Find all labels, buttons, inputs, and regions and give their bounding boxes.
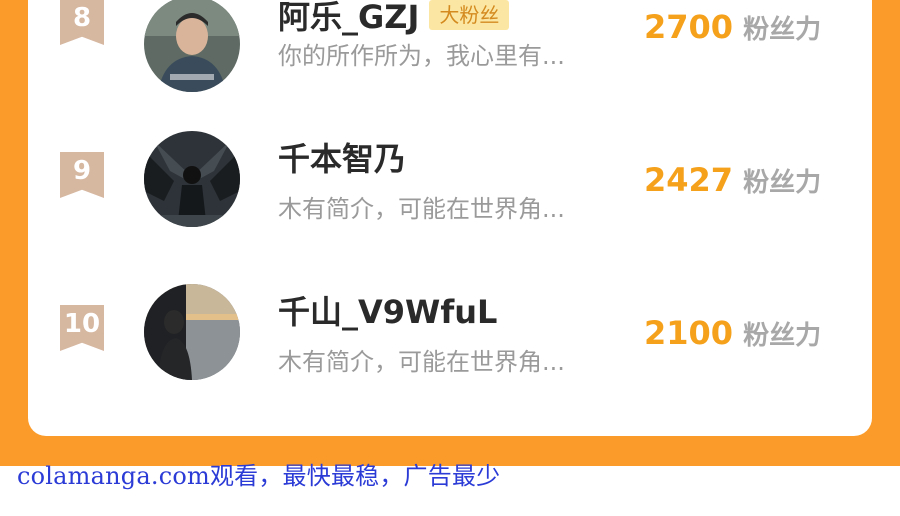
name-line: 千本智乃	[278, 117, 406, 197]
username[interactable]: 阿乐_GZJ	[278, 0, 419, 38]
name-line: 千山_V9WfuL	[278, 270, 497, 350]
username[interactable]: 千山_V9WfuL	[278, 287, 497, 333]
user-bio: 你的所作所为，我心里有...	[278, 42, 565, 70]
rank-number: 8	[72, 3, 92, 33]
fan-power-value: 2100	[644, 314, 734, 352]
avatar-photo	[144, 284, 240, 380]
fan-power: 2100 粉丝力	[644, 314, 821, 352]
rank-badge: 8	[60, 0, 104, 45]
avatar[interactable]	[144, 284, 240, 380]
rank-number: 10	[63, 309, 101, 339]
site-watermark: colamanga.com观看，最快最稳，广告最少	[17, 462, 501, 490]
ranking-row[interactable]: 9 千本智乃 木有简介，可能在世界角... 2427 粉丝力	[28, 123, 872, 273]
rank-badge: 9	[60, 152, 104, 198]
fan-power-unit: 粉丝力	[743, 168, 822, 198]
fan-ranking-card: 8 阿乐_GZJ 大粉丝 你的所作所为，我心里有... 2700 粉丝力 9 千…	[28, 0, 872, 436]
avatar-photo	[144, 131, 240, 227]
username[interactable]: 千本智乃	[278, 134, 406, 180]
fan-power: 2427 粉丝力	[644, 161, 821, 199]
avatar[interactable]	[144, 131, 240, 227]
user-bio: 木有简介，可能在世界角...	[278, 195, 565, 223]
avatar[interactable]	[144, 0, 240, 92]
fan-power-unit: 粉丝力	[743, 321, 822, 351]
fan-power-value: 2700	[644, 8, 734, 46]
rank-badge: 10	[60, 305, 104, 351]
rank-number: 9	[72, 156, 92, 186]
user-bio: 木有简介，可能在世界角...	[278, 348, 565, 376]
fan-power-value: 2427	[644, 161, 734, 199]
fan-level-badge: 大粉丝	[429, 0, 510, 30]
name-line: 阿乐_GZJ 大粉丝	[278, 0, 510, 38]
fan-power-unit: 粉丝力	[743, 15, 822, 45]
ranking-row[interactable]: 8 阿乐_GZJ 大粉丝 你的所作所为，我心里有... 2700 粉丝力	[28, 0, 872, 120]
ranking-row[interactable]: 10 千山_V9WfuL 木有简介，可能在世界角... 2100 粉丝力	[28, 276, 872, 426]
fan-power: 2700 粉丝力	[644, 8, 821, 46]
avatar-photo	[144, 0, 240, 92]
